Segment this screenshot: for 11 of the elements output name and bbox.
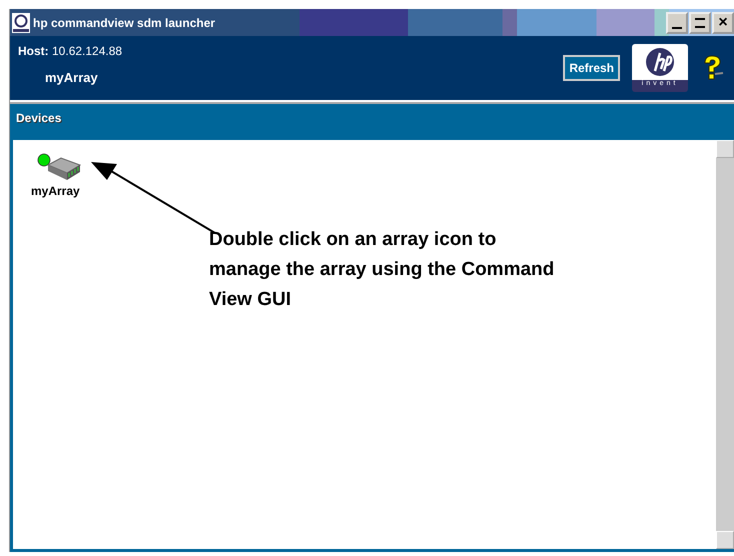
maximize-button[interactable] [689, 12, 711, 34]
window-title: hp commandview sdm launcher [33, 16, 216, 30]
disk-array-icon[interactable] [47, 157, 81, 181]
refresh-button[interactable]: Refresh [563, 55, 620, 81]
callout-text: Double click on an array icon to manage the array using the Command View GUI [209, 228, 556, 312]
host-address: Host: 10.62.124.88 [18, 44, 124, 58]
close-button[interactable]: × [712, 12, 734, 34]
app-logo-icon [12, 12, 30, 32]
device-name[interactable]: myArray [31, 184, 80, 198]
minimize-button[interactable] [666, 12, 688, 34]
array-name: myArray [44, 70, 99, 85]
